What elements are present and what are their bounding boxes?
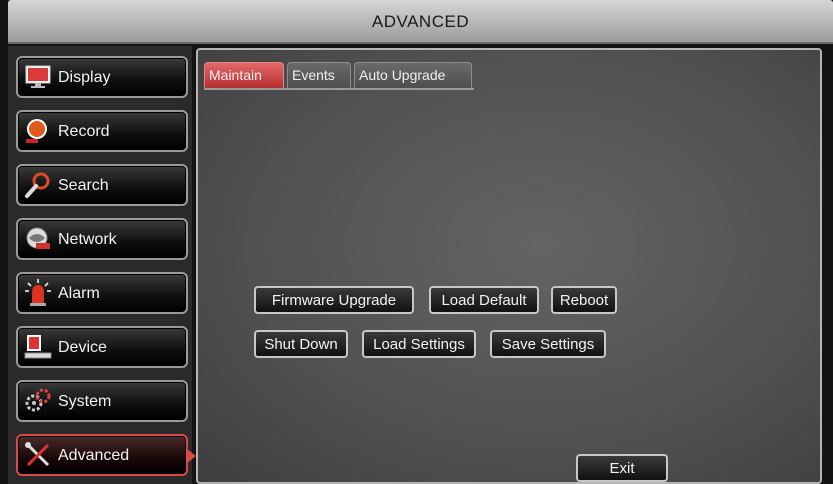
advanced-panel: Maintain Events Auto Upgrade Firmware Up… xyxy=(196,48,822,484)
exit-button[interactable]: Exit xyxy=(576,454,668,482)
window-title: ADVANCED xyxy=(371,12,470,31)
tab-divider xyxy=(204,88,474,90)
sidebar-item-label: Network xyxy=(58,231,117,248)
sidebar-item-alarm[interactable]: Alarm xyxy=(16,272,188,314)
sidebar-item-label: Search xyxy=(58,177,109,194)
record-icon xyxy=(26,119,47,143)
sidebar-item-label: System xyxy=(58,393,112,410)
sidebar-item-label: Advanced xyxy=(58,447,130,464)
sidebar-item-label: Device xyxy=(58,339,107,356)
save-settings-button[interactable]: Save Settings xyxy=(490,330,606,358)
tab-maintain[interactable]: Maintain xyxy=(204,62,284,88)
sidebar-item-label: Display xyxy=(58,69,111,86)
alarm-icon xyxy=(25,279,51,306)
network-icon xyxy=(26,227,50,249)
sidebar-item-advanced[interactable]: Advanced xyxy=(16,434,196,476)
magnifier-icon xyxy=(25,172,50,198)
load-settings-button[interactable]: Load Settings xyxy=(362,330,476,358)
reboot-button[interactable]: Reboot xyxy=(551,286,617,314)
sidebar-item-label: Alarm xyxy=(58,285,100,302)
shut-down-button[interactable]: Shut Down xyxy=(254,330,348,358)
sidebar-item-device[interactable]: Device xyxy=(16,326,188,368)
sidebar: Display Record Search Network Alarm Devi… xyxy=(8,46,196,484)
sidebar-item-label: Record xyxy=(58,123,110,140)
firmware-upgrade-button[interactable]: Firmware Upgrade xyxy=(254,286,414,314)
sidebar-item-search[interactable]: Search xyxy=(16,164,188,206)
sidebar-item-display[interactable]: Display xyxy=(16,56,188,98)
load-default-button[interactable]: Load Default xyxy=(429,286,539,314)
monitor-icon xyxy=(25,65,51,88)
sidebar-item-record[interactable]: Record xyxy=(16,110,188,152)
title-bar: ADVANCED xyxy=(8,0,833,44)
sidebar-item-system[interactable]: System xyxy=(16,380,188,422)
system-icon xyxy=(25,388,51,412)
tools-icon xyxy=(25,442,50,467)
sidebar-item-network[interactable]: Network xyxy=(16,218,188,260)
tab-auto-upgrade[interactable]: Auto Upgrade xyxy=(354,62,472,88)
device-icon xyxy=(24,335,52,359)
tab-events[interactable]: Events xyxy=(287,62,351,88)
